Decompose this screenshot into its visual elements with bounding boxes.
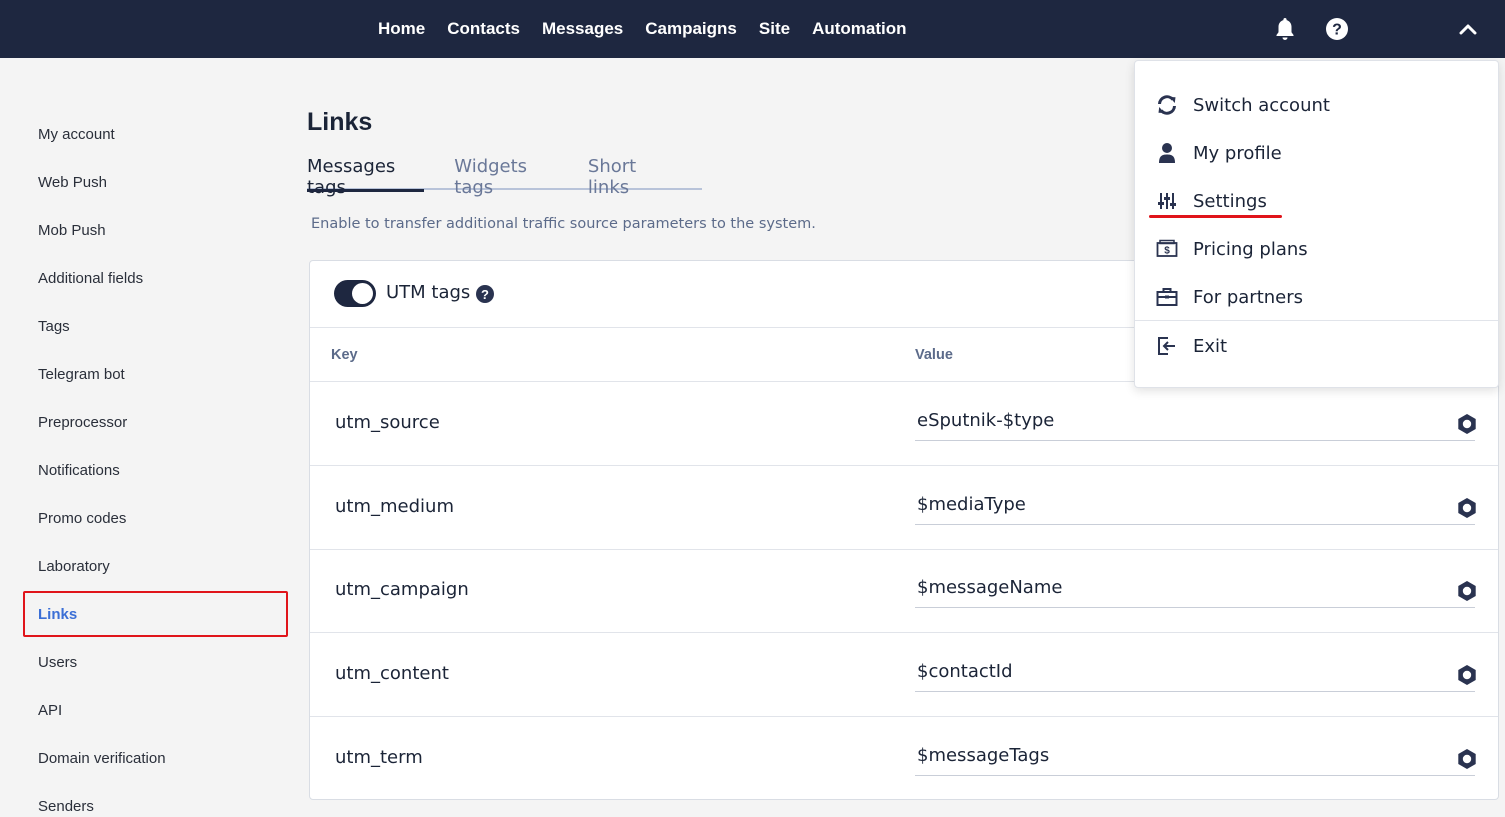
menu-item-label: Settings — [1193, 190, 1267, 212]
sidebar-item-label: Additional fields — [38, 269, 144, 287]
sidebar-item-label: Preprocessor — [38, 413, 128, 431]
menu-item-my-profile[interactable]: My profile — [1135, 129, 1498, 177]
main-nav: Home Contacts Messages Campaigns Site Au… — [367, 0, 918, 58]
column-header-key: Key — [331, 347, 358, 363]
utm-key: utm_term — [335, 747, 423, 768]
sidebar-item-label: Users — [38, 653, 78, 671]
toggle-knob — [352, 283, 373, 304]
gear-icon[interactable] — [1456, 413, 1478, 435]
nav-campaigns[interactable]: Campaigns — [645, 19, 737, 39]
switch-account-icon — [1155, 93, 1179, 117]
tab-short-links[interactable]: Short links — [588, 152, 672, 198]
sidebar-item-promo-codes[interactable]: Promo codes — [0, 494, 295, 542]
question-icon[interactable]: ? — [476, 285, 494, 303]
nav-messages[interactable]: Messages — [542, 19, 623, 39]
sidebar-item-label: Laboratory — [38, 557, 110, 575]
top-navigation-bar: Home Contacts Messages Campaigns Site Au… — [0, 0, 1505, 58]
menu-item-exit[interactable]: Exit — [1135, 322, 1498, 370]
help-icon[interactable]: ? — [1322, 14, 1352, 44]
utm-key: utm_source — [335, 412, 440, 433]
sidebar-item-tags[interactable]: Tags — [0, 302, 295, 350]
svg-text:?: ? — [1332, 22, 1342, 39]
tab-widgets-tags[interactable]: Widgets tags — [454, 152, 558, 198]
menu-item-label: For partners — [1193, 286, 1304, 308]
column-header-value: Value — [915, 347, 953, 363]
nav-site[interactable]: Site — [759, 19, 790, 39]
sidebar-item-domain-verification[interactable]: Domain verification — [0, 734, 295, 782]
sidebar-item-label: Promo codes — [38, 509, 127, 527]
menu-item-label: My profile — [1193, 142, 1282, 164]
nav-automation[interactable]: Automation — [812, 19, 906, 39]
sidebar-item-label: Tags — [38, 317, 70, 335]
menu-item-label: Switch account — [1193, 94, 1330, 116]
sidebar-item-my-account[interactable]: My account — [0, 110, 295, 158]
utm-key: utm_content — [335, 663, 449, 684]
sidebar-item-notifications[interactable]: Notifications — [0, 446, 295, 494]
nav-home[interactable]: Home — [378, 19, 425, 39]
menu-item-label: Pricing plans — [1193, 238, 1308, 260]
utm-value-input[interactable]: $contactId — [915, 659, 1475, 692]
sidebar-item-label: Mob Push — [38, 221, 106, 239]
sidebar-item-label: API — [38, 701, 63, 719]
sidebar-item-mob-push[interactable]: Mob Push — [0, 206, 295, 254]
sidebar-item-telegram-bot[interactable]: Telegram bot — [0, 350, 295, 398]
menu-item-switch-account[interactable]: Switch account — [1135, 81, 1498, 129]
svg-text:$: $ — [1164, 246, 1170, 257]
table-row: utm_medium $mediaType — [310, 466, 1498, 550]
sidebar-item-preprocessor[interactable]: Preprocessor — [0, 398, 295, 446]
utm-value-input[interactable]: eSputnik-$type — [915, 408, 1475, 441]
menu-item-label: Exit — [1193, 335, 1228, 357]
utm-tags-label: UTM tags — [386, 282, 471, 303]
sidebar-item-label: Web Push — [38, 173, 107, 191]
chevron-up-icon[interactable] — [1453, 14, 1483, 44]
sidebar-item-label: Domain verification — [38, 749, 166, 767]
settings-sidebar: My account Web Push Mob Push Additional … — [0, 110, 295, 817]
table-row: utm_term $messageTags — [310, 717, 1498, 801]
sidebar-item-label: Telegram bot — [38, 365, 125, 383]
utm-value-input[interactable]: $messageName — [915, 575, 1475, 608]
sidebar-item-additional-fields[interactable]: Additional fields — [0, 254, 295, 302]
account-dropdown-menu: Switch account My profile Settings $ Pri… — [1134, 60, 1499, 388]
bell-icon[interactable] — [1270, 14, 1300, 44]
table-row: utm_campaign $messageName — [310, 549, 1498, 633]
table-row: utm_source eSputnik-$type — [310, 382, 1498, 466]
utm-value-input[interactable]: $mediaType — [915, 492, 1475, 525]
utm-tags-toggle[interactable] — [334, 280, 376, 307]
sidebar-item-label: Senders — [38, 797, 94, 815]
menu-divider — [1135, 320, 1498, 321]
user-icon — [1155, 141, 1179, 165]
settings-red-underline — [1149, 215, 1282, 218]
menu-item-pricing-plans[interactable]: $ Pricing plans — [1135, 225, 1498, 273]
sidebar-item-senders[interactable]: Senders — [0, 782, 295, 817]
sidebar-item-laboratory[interactable]: Laboratory — [0, 542, 295, 590]
gear-icon[interactable] — [1456, 580, 1478, 602]
gear-icon[interactable] — [1456, 497, 1478, 519]
links-tabs: Messages tags Widgets tags Short links — [307, 152, 702, 198]
briefcase-icon — [1155, 285, 1179, 309]
exit-icon — [1155, 334, 1179, 358]
tab-messages-tags[interactable]: Messages tags — [307, 152, 425, 198]
utm-key: utm_medium — [335, 496, 454, 517]
utm-value-input[interactable]: $messageTags — [915, 743, 1475, 776]
page-title: Links — [307, 108, 373, 136]
table-row: utm_content $contactId — [310, 633, 1498, 717]
gear-icon[interactable] — [1456, 664, 1478, 686]
sidebar-item-label: Notifications — [38, 461, 120, 479]
sidebar-item-links[interactable]: Links — [0, 590, 295, 638]
sliders-icon — [1155, 189, 1179, 213]
sidebar-item-web-push[interactable]: Web Push — [0, 158, 295, 206]
utm-key: utm_campaign — [335, 579, 469, 600]
gear-icon[interactable] — [1456, 748, 1478, 770]
nav-contacts[interactable]: Contacts — [447, 19, 520, 39]
description-text: Enable to transfer additional traffic so… — [311, 216, 816, 232]
pricing-icon: $ — [1155, 237, 1179, 261]
menu-item-for-partners[interactable]: For partners — [1135, 273, 1498, 321]
highlight-box — [23, 591, 288, 637]
sidebar-item-label: My account — [38, 125, 115, 143]
sidebar-item-api[interactable]: API — [0, 686, 295, 734]
sidebar-item-users[interactable]: Users — [0, 638, 295, 686]
